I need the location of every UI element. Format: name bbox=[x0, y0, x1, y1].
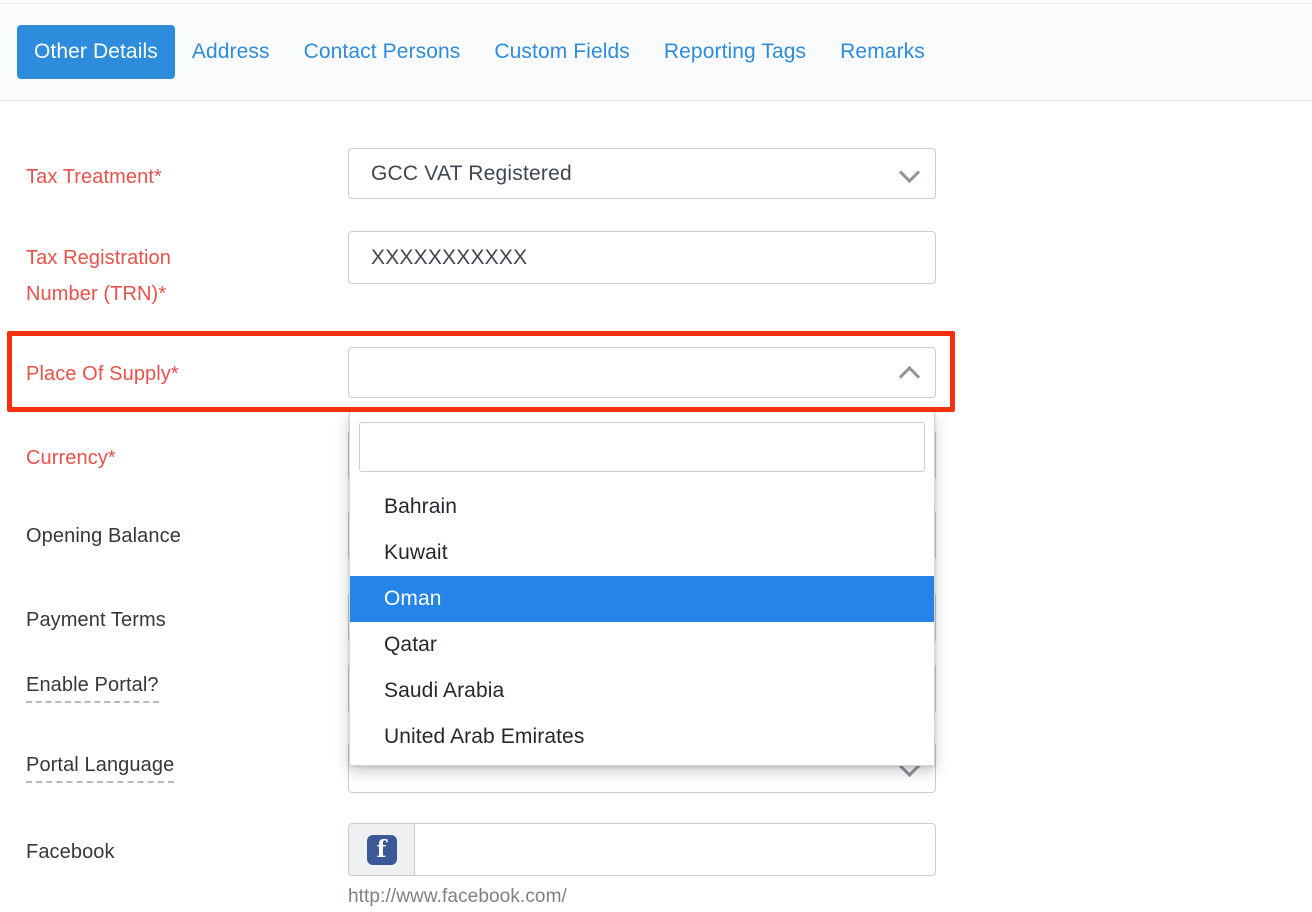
enable-portal-label[interactable]: Enable Portal? bbox=[26, 671, 159, 703]
place-of-supply-select[interactable] bbox=[348, 347, 936, 398]
currency-label: Currency* bbox=[26, 440, 116, 476]
place-of-supply-option-list: Bahrain Kuwait Oman Qatar Saudi Arabia U… bbox=[350, 484, 934, 760]
facebook-label: Facebook bbox=[26, 834, 115, 870]
chevron-down-icon bbox=[899, 161, 920, 182]
enable-portal-label-wrap: Enable Portal? bbox=[26, 671, 159, 703]
dropdown-option-united-arab-emirates[interactable]: United Arab Emirates bbox=[350, 714, 934, 760]
trn-value: XXXXXXXXXXX bbox=[371, 232, 527, 283]
payment-terms-label: Payment Terms bbox=[26, 602, 166, 638]
dropdown-option-kuwait[interactable]: Kuwait bbox=[350, 530, 934, 576]
dropdown-option-saudi-arabia[interactable]: Saudi Arabia bbox=[350, 668, 934, 714]
dropdown-option-bahrain[interactable]: Bahrain bbox=[350, 484, 934, 530]
dropdown-option-oman[interactable]: Oman bbox=[350, 576, 934, 622]
place-of-supply-dropdown-panel: Bahrain Kuwait Oman Qatar Saudi Arabia U… bbox=[349, 412, 935, 766]
trn-input[interactable]: XXXXXXXXXXX bbox=[348, 231, 936, 284]
tab-remarks[interactable]: Remarks bbox=[823, 25, 942, 79]
trn-label-line2: Number (TRN)* bbox=[26, 276, 166, 312]
trn-label-line1: Tax Registration bbox=[26, 240, 171, 276]
facebook-input[interactable] bbox=[414, 823, 936, 876]
dropdown-option-qatar[interactable]: Qatar bbox=[350, 622, 934, 668]
portal-language-label[interactable]: Portal Language bbox=[26, 751, 174, 783]
tab-other-details[interactable]: Other Details bbox=[17, 25, 175, 79]
tax-treatment-select[interactable]: GCC VAT Registered bbox=[348, 148, 936, 199]
facebook-icon-addon: f bbox=[348, 823, 414, 876]
tax-treatment-value: GCC VAT Registered bbox=[371, 149, 572, 198]
opening-balance-label: Opening Balance bbox=[26, 518, 181, 554]
facebook-input-group: f bbox=[348, 823, 936, 876]
tab-bar: Other Details Address Contact Persons Cu… bbox=[0, 3, 1312, 101]
tax-treatment-label: Tax Treatment* bbox=[26, 159, 162, 195]
tab-contact-persons[interactable]: Contact Persons bbox=[287, 25, 478, 79]
place-of-supply-label: Place Of Supply* bbox=[26, 356, 179, 392]
tab-custom-fields[interactable]: Custom Fields bbox=[477, 25, 647, 79]
place-of-supply-search-input[interactable] bbox=[359, 422, 925, 472]
tab-reporting-tags[interactable]: Reporting Tags bbox=[647, 25, 823, 79]
chevron-up-icon bbox=[899, 365, 920, 386]
tab-address[interactable]: Address bbox=[175, 25, 287, 79]
page-root: Other Details Address Contact Persons Cu… bbox=[0, 0, 1312, 912]
facebook-helper-text: http://www.facebook.com/ bbox=[348, 886, 567, 908]
facebook-icon: f bbox=[367, 835, 397, 865]
portal-language-label-wrap: Portal Language bbox=[26, 751, 174, 783]
